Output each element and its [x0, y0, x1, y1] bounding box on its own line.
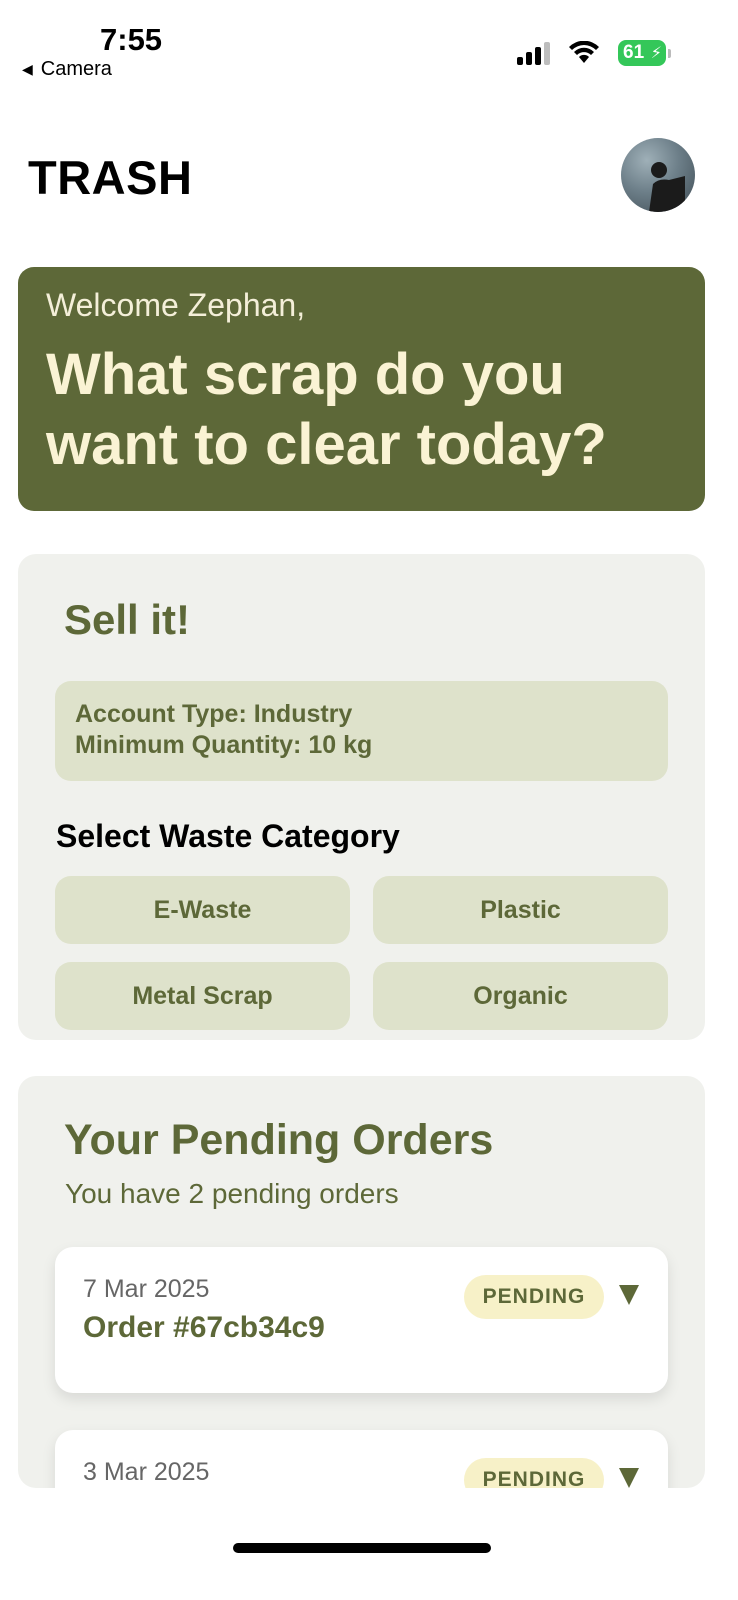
orders-subtitle: You have 2 pending orders [65, 1178, 399, 1209]
sell-card: Sell it! Account Type: Industry Minimum … [18, 554, 705, 1040]
banner-heading: What scrap do you want to clear today? [46, 342, 607, 477]
chevron-down-icon[interactable] [619, 1468, 639, 1488]
category-button-metal-scrap[interactable]: Metal Scrap [55, 962, 350, 1030]
category-button-organic[interactable]: Organic [373, 962, 668, 1030]
battery-level: 61 [623, 42, 645, 63]
person-silhouette-icon [649, 162, 685, 212]
select-category-label: Select Waste Category [56, 818, 400, 854]
back-caret-icon: ◀ [22, 61, 33, 77]
order-item[interactable]: 7 Mar 2025 Order #67cb34c9 PENDING [55, 1247, 668, 1393]
minimum-quantity: Minimum Quantity: 10 kg [75, 731, 373, 759]
order-date: 3 Mar 2025 [83, 1458, 210, 1486]
orders-title: Your Pending Orders [64, 1116, 494, 1164]
welcome-text: Welcome Zephan, [46, 287, 306, 323]
status-icons: 61 ⚡ [517, 40, 671, 66]
status-badge: PENDING [464, 1275, 604, 1319]
welcome-banner: Welcome Zephan, What scrap do you want t… [18, 267, 705, 511]
back-to-camera-link[interactable]: ◀ Camera [22, 58, 112, 81]
profile-avatar[interactable] [621, 138, 695, 212]
app-title: TRASH [28, 151, 193, 204]
battery-icon: 61 ⚡ [618, 40, 671, 66]
sell-title: Sell it! [64, 596, 191, 643]
back-label: Camera [40, 58, 112, 80]
status-time: 7:55 [100, 22, 163, 57]
cellular-signal-icon [517, 41, 550, 65]
status-badge: PENDING [464, 1458, 604, 1488]
account-type: Account Type: Industry [75, 700, 353, 728]
home-indicator[interactable] [233, 1543, 491, 1553]
app-screen: 7:55 ◀ Camera 61 ⚡ TRASH Welcome Zephan, [0, 0, 738, 1600]
order-id: Order #67cb34c9 [83, 1311, 325, 1344]
pending-orders-card: Your Pending Orders You have 2 pending o… [18, 1076, 705, 1488]
category-button-plastic[interactable]: Plastic [373, 876, 668, 944]
charging-bolt-icon: ⚡ [650, 45, 662, 62]
wifi-icon [568, 41, 600, 65]
account-info-box: Account Type: Industry Minimum Quantity:… [55, 681, 668, 781]
category-button-e-waste[interactable]: E-Waste [55, 876, 350, 944]
chevron-down-icon[interactable] [619, 1285, 639, 1305]
order-item[interactable]: 3 Mar 2025 PENDING [55, 1430, 668, 1488]
order-date: 7 Mar 2025 [83, 1275, 210, 1303]
